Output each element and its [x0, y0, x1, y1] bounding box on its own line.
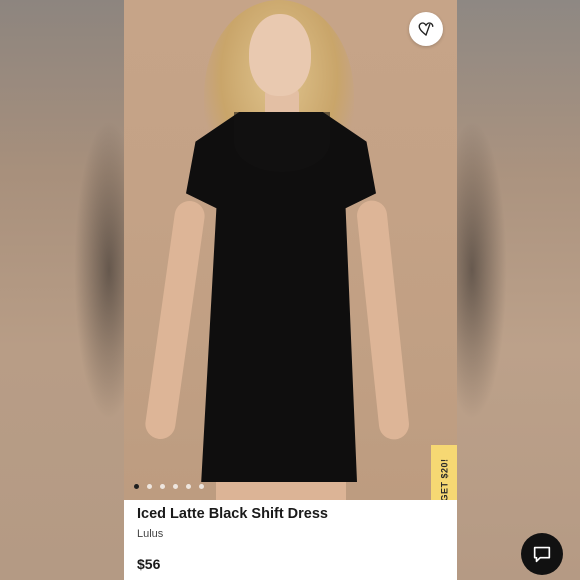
product-listing-card: GET $20! Iced Latte Black Shift Dress Lu… — [124, 0, 457, 580]
model-arm-right — [355, 199, 411, 441]
background-left — [0, 0, 144, 580]
product-brand[interactable]: Lulus — [137, 528, 163, 540]
carousel-dot[interactable] — [147, 484, 152, 489]
product-photo[interactable]: GET $20! — [124, 0, 457, 515]
carousel-dot[interactable] — [160, 484, 165, 489]
carousel-dots — [134, 484, 204, 489]
product-info: Iced Latte Black Shift Dress Lulus $56 — [124, 500, 457, 580]
product-price: $56 — [137, 556, 161, 572]
heart-icon — [418, 22, 434, 36]
dress-mesh-yoke — [234, 112, 330, 172]
background-right — [437, 0, 580, 580]
carousel-dot[interactable] — [186, 484, 191, 489]
product-title[interactable]: Iced Latte Black Shift Dress — [137, 506, 328, 522]
model-face — [249, 14, 311, 96]
like-button[interactable] — [409, 12, 443, 46]
carousel-dot[interactable] — [173, 484, 178, 489]
chat-icon — [533, 546, 551, 563]
chat-button[interactable] — [521, 533, 563, 575]
promo-label: GET $20! — [439, 458, 450, 502]
model-arm-left — [143, 199, 207, 441]
carousel-dot[interactable] — [134, 484, 139, 489]
carousel-dot[interactable] — [199, 484, 204, 489]
